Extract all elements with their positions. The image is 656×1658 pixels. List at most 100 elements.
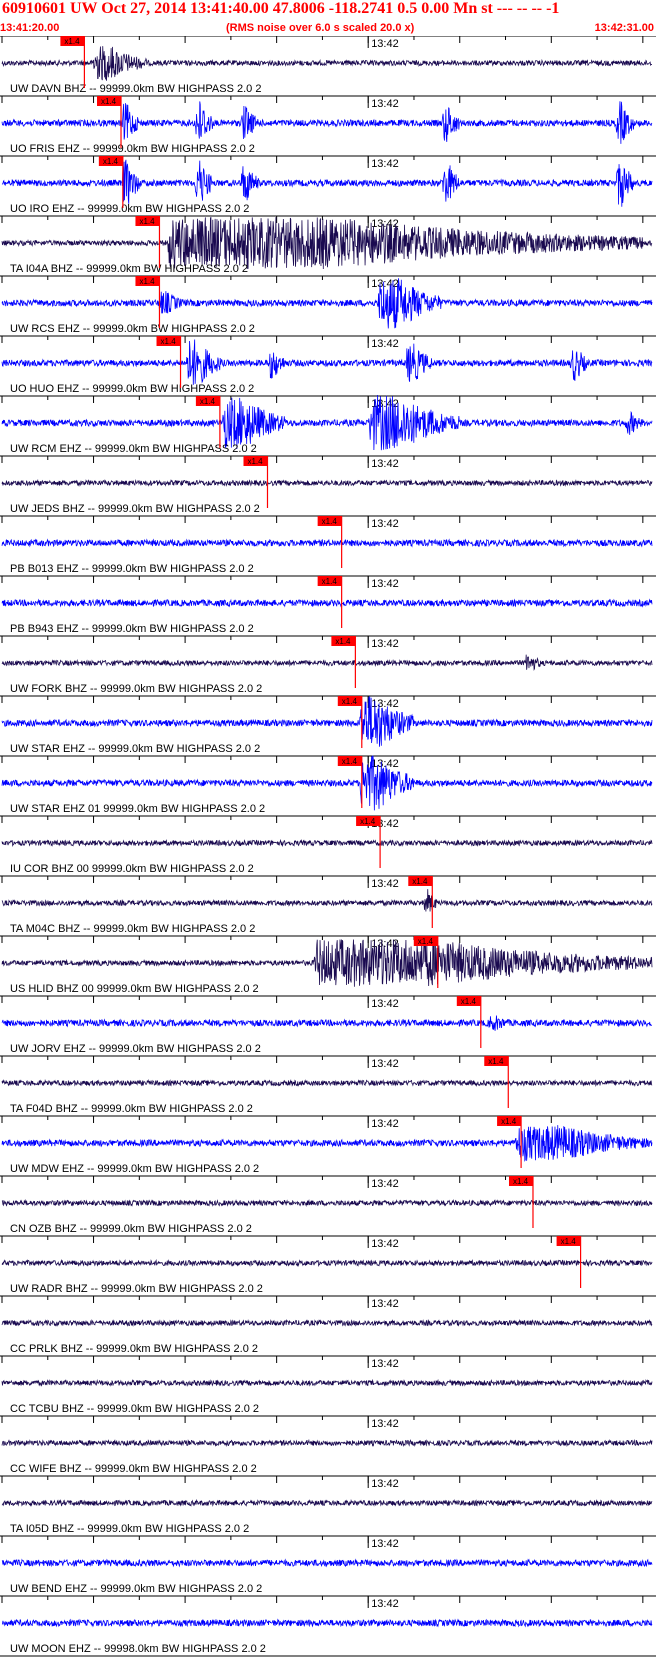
waveform-trace [1,696,653,747]
minute-tick-label: 13:42 [371,518,399,530]
station-label: TA F04D BHZ -- 99999.0km BW HIGHPASS 2.0… [10,1103,253,1115]
trace-row: 13:42 PB B943 EHZ -- 99999.0km BW HIGHPAS… [0,575,656,635]
waveform-trace [1,339,653,385]
trace-row: 13:42UW RCS EHZ -- 99999.0km BW HIGHPASS… [0,275,656,335]
trace-row: 13:42 UW MDW EHZ -- 99999.0km BW HIGHPASS… [0,1115,656,1175]
minute-tick-label: 13:42 [371,1178,399,1190]
waveform-trace [1,1378,653,1387]
waveform-trace [1,889,653,912]
station-label: UW RCS EHZ -- 99999.0km BW HIGHPASS 2.0 … [10,323,255,335]
minute-tick-label: 13:42 [371,1478,399,1490]
pick-marker-label: x1.4 [139,217,155,226]
waveform-trace [1,395,653,451]
station-label: TA I05D BHZ -- 99999.0km BW HIGHPASS 2.0… [10,1523,249,1535]
trace-row: 13:42 UW STAR EHZ 01 99999.0km BW HIGHPAS… [0,755,656,815]
pick-marker-label: x1.4 [342,757,358,766]
pick-marker-label: x1.4 [139,277,155,286]
waveform-trace [1,938,653,987]
pick-marker-label: x1.4 [342,697,358,706]
minute-tick-label: 13:42 [371,1058,399,1070]
waveform-trace [1,654,653,671]
waveform-trace [1,46,653,81]
station-label: UW BEND EHZ -- 99999.0km BW HIGHPASS 2.0… [10,1583,262,1595]
pick-marker-label: x1.4 [488,1057,504,1066]
pick-marker-label: x1.4 [103,157,119,166]
minute-tick-label: 13:42 [371,1538,399,1550]
station-label: PB B013 EHZ -- 99999.0km BW HIGHPASS 2.0… [10,563,254,575]
pick-marker-label: x1.4 [461,997,477,1006]
station-label: TA M04C BHZ -- 99999.0km BW HIGHPASS 2.0… [10,923,255,935]
pick-marker-label: x1.4 [418,937,434,946]
station-label: CC WIFE BHZ -- 99999.0km BW HIGHPASS 2.0… [10,1463,257,1475]
station-label: UO HUO EHZ -- 99999.0km BW HIGHPASS 2.0 … [10,383,254,395]
minute-tick-label: 13:42 [371,758,399,770]
pick-marker-label: x1.4 [335,637,351,646]
trace-row: 13:42US HLID BHZ 00 99999.0km BW HIGHPAS… [0,935,656,995]
trace-row: 13:42 UW JORV EHZ -- 99999.0km BW HIGHPAS… [0,995,656,1055]
station-label: UW JEDS BHZ -- 99999.0km BW HIGHPASS 2.0… [10,503,260,515]
station-label: IU COR BHZ 00 99999.0km BW HIGHPASS 2.0 … [10,863,254,875]
minute-tick-label: 13:42 [371,1598,399,1610]
station-label: UO IRO EHZ -- 99999.0km BW HIGHPASS 2.0 … [10,203,249,215]
trace-row: 13:42 UO FRIS EHZ -- 99999.0km BW HIGHPAS… [0,95,656,155]
trace-row: 13:42 TA M04C BHZ -- 99999.0km BW HIGHPAS… [0,875,656,935]
trace-row: 13:42 PB B013 EHZ -- 99999.0km BW HIGHPAS… [0,515,656,575]
pick-marker-label: x1.4 [513,1177,529,1186]
pick-marker-label: x1.4 [200,397,216,406]
event-title: 60910601 UW Oct 27, 2014 13:41:40.00 47.… [2,0,560,17]
station-label: UW MOON EHZ -- 99998.0km BW HIGHPASS 2.0… [10,1643,266,1655]
waveform-trace [1,1015,653,1031]
waveform-trace [1,278,653,329]
minute-tick-label: 13:42 [371,1358,399,1370]
waveform-trace [1,1498,653,1507]
minute-tick-label: 13:42 [371,158,399,170]
trace-row: 13:42 UW DAVN BHZ -- 99999.0km BW HIGHPAS… [0,36,656,95]
trace-row: 13:42 CN OZB BHZ -- 99999.0km BW HIGHPASS… [0,1175,656,1235]
trace-row: 13:42 TA F04D BHZ -- 99999.0km BW HIGHPAS… [0,1055,656,1115]
minute-tick-label: 13:42 [371,638,399,650]
minute-tick-label: 13:42 [371,338,399,350]
minute-tick-label: 13:42 [371,1298,399,1310]
waveform-trace [1,159,653,207]
station-label: UW JORV EHZ -- 99999.0km BW HIGHPASS 2.0… [10,1043,261,1055]
station-label: UW DAVN BHZ -- 99999.0km BW HIGHPASS 2.0… [10,83,261,95]
minute-tick-label: 13:42 [371,578,399,590]
waveform-trace [1,1438,653,1448]
waveform-trace [1,1258,653,1268]
minute-tick-label: 13:42 [371,38,399,50]
minute-tick-label: 13:42 [371,458,399,470]
pick-marker-label: x1.4 [247,457,263,466]
trace-row: 13:42 UW RADR BHZ -- 99999.0km BW HIGHPAS… [0,1235,656,1295]
plot-header: 60910601 UW Oct 27, 2014 13:41:40.00 47.… [0,0,656,40]
waveform-trace [1,598,653,608]
station-label: CC PRLK BHZ -- 99999.0km BW HIGHPASS 2.0… [10,1343,258,1355]
pick-marker-label: x1.4 [101,97,117,106]
waveform-trace [1,538,653,548]
pick-marker-label: x1.4 [412,877,428,886]
minute-tick-label: 13:42 [371,878,399,890]
waveform-trace [1,101,653,144]
station-label: UW RADR BHZ -- 99999.0km BW HIGHPASS 2.0… [10,1283,263,1295]
minute-tick-label: 13:42 [371,998,399,1010]
minute-tick-label: 13:42 [371,1418,399,1430]
station-label: CN OZB BHZ -- 99999.0km BW HIGHPASS 2.0 … [10,1223,252,1235]
minute-tick-label: 13:42 [371,1238,399,1250]
pick-marker-label: x1.4 [322,517,338,526]
trace-row: 13:42UW RCM EHZ -- 99999.0km BW HIGHPASS… [0,395,656,455]
pick-marker-label: x1.4 [161,337,177,346]
pick-marker-label: x1.4 [360,817,376,826]
station-label: UW STAR EHZ 01 99999.0km BW HIGHPASS 2.0… [10,803,265,815]
trace-row: 13:42 CC TCBU BHZ -- 99999.0km BW HIGHPAS… [0,1355,656,1415]
minute-tick-label: 13:42 [371,1118,399,1130]
station-label: PB B943 EHZ -- 99999.0km BW HIGHPASS 2.0… [10,623,254,635]
pick-marker-label: x1.4 [561,1237,577,1246]
waveform-trace [1,1618,653,1628]
waveform-trace [1,1558,653,1568]
waveform-trace [1,1078,653,1088]
waveform-trace [1,478,653,487]
start-time-label: 13:41:20.00 [0,22,60,34]
waveform-trace [1,216,653,269]
waveform-trace [1,1125,653,1162]
trace-row: 13:42 TA I05D BHZ -- 99999.0km BW HIGHPAS… [0,1475,656,1535]
trace-row: 13:42 UW FORK BHZ -- 99999.0km BW HIGHPAS… [0,635,656,695]
